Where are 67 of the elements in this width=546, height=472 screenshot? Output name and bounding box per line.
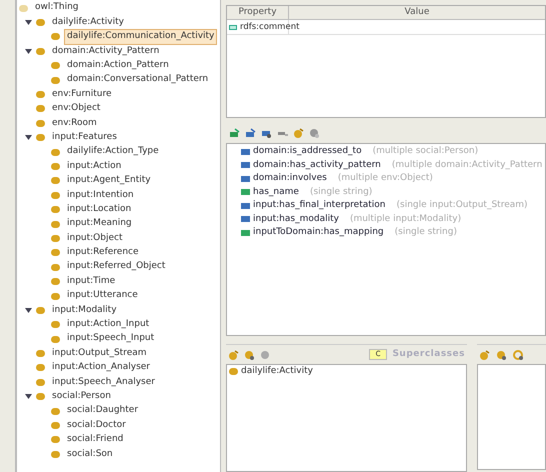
tree-item[interactable]: social:Friend [64, 432, 126, 448]
tree-item[interactable]: dailylife:Communication_Activity [64, 29, 218, 45]
expand-toggle-icon[interactable] [25, 19, 32, 26]
tree-item[interactable]: owl:Thing [32, 0, 82, 16]
tree-item[interactable]: dailylife:Activity [49, 14, 127, 30]
column-header[interactable]: Property [227, 6, 289, 19]
tree-item[interactable]: input:Action_Input [64, 317, 152, 333]
tree-item[interactable]: env:Object [49, 101, 104, 117]
tree-item[interactable]: input:Action_Analyser [49, 360, 153, 376]
tree-item[interactable]: input:Reference [64, 245, 142, 261]
edit-slot-icon[interactable] [261, 128, 272, 138]
add-slot-icon[interactable] [245, 128, 256, 138]
refresh-icon[interactable] [513, 350, 524, 360]
slot-type: (multiple env:Object) [338, 172, 433, 185]
tree-item[interactable]: input:Speech_Analyser [49, 374, 158, 390]
tree-item[interactable]: input:Features [49, 130, 120, 146]
tree-item[interactable]: input:Referred_Object [64, 259, 168, 275]
expand-toggle-icon[interactable] [25, 306, 32, 314]
slot-name[interactable]: domain:involves [253, 172, 327, 186]
tree-item[interactable]: dailylife:Action_Type [64, 144, 162, 160]
tree-item[interactable]: env:Furniture [49, 86, 115, 102]
slot-name[interactable]: input:has_modality [253, 212, 339, 226]
tree-item[interactable]: input:Modality [49, 302, 120, 318]
create-slot-icon[interactable] [229, 128, 240, 138]
expand-toggle-icon[interactable] [25, 48, 32, 55]
slot-type: (single string) [310, 186, 372, 198]
slot-type: (single input:Output_Stream) [396, 199, 528, 212]
slot-type: (single string) [394, 226, 457, 239]
tree-item[interactable]: input:Utterance [64, 288, 141, 304]
tree-item[interactable]: env:Room [49, 116, 100, 132]
tree-item[interactable]: input:Object [64, 230, 126, 246]
slot-name[interactable]: has_name [253, 186, 299, 199]
add-disjoint-icon[interactable] [479, 350, 490, 360]
tree-item[interactable]: domain:Activity_Pattern [49, 44, 162, 60]
superclass-item[interactable]: dailylife:Activity [241, 364, 313, 378]
slot-name[interactable]: domain:is_addressed_to [253, 145, 362, 158]
tree-item[interactable]: input:Location [64, 202, 134, 218]
slot-name[interactable]: inputToDomain:has_mapping [253, 226, 384, 240]
expand-toggle-icon[interactable] [25, 134, 32, 142]
tree-item[interactable]: social:Person [49, 389, 114, 404]
expand-toggle-icon[interactable] [25, 393, 32, 400]
slot-name[interactable]: input:has_final_interpretation [253, 199, 386, 212]
tree-item[interactable]: social:Son [64, 446, 116, 462]
add-class-icon[interactable] [244, 350, 255, 360]
tree-item[interactable]: social:Doctor [64, 418, 129, 434]
tree-item[interactable]: input:Agent_Entity [64, 173, 154, 189]
tree-item[interactable]: input:Meaning [64, 216, 135, 232]
tree-item[interactable]: input:Speech_Input [64, 331, 158, 347]
tree-item[interactable]: input:Intention [64, 188, 137, 204]
tree-item[interactable]: input:Time [64, 274, 118, 290]
tree-item[interactable]: input:Output_Stream [49, 346, 150, 362]
slot-type: (multiple social:Person) [372, 145, 478, 158]
tree-item[interactable]: input:Action [64, 158, 124, 174]
tree-item[interactable]: domain:Conversational_Pattern [64, 72, 212, 88]
override-icon[interactable] [293, 128, 304, 138]
property-icon [229, 24, 237, 30]
add-class-icon[interactable] [496, 350, 507, 360]
table-cell: rdfs:comment [240, 20, 300, 34]
superclasses-title: Superclasses [392, 348, 465, 361]
tree-item[interactable]: social:Daughter [64, 403, 142, 419]
slot-type: (multiple input:Modality) [350, 212, 462, 226]
slot-type: (multiple domain:Activity_Pattern [392, 158, 542, 172]
slot-name[interactable]: domain:has_activity_pattern [253, 158, 381, 172]
add-superclass-icon[interactable] [228, 350, 239, 360]
tree-item[interactable]: domain:Action_Pattern [64, 58, 172, 74]
class-icon [229, 368, 238, 375]
column-header[interactable]: Value [289, 6, 545, 19]
